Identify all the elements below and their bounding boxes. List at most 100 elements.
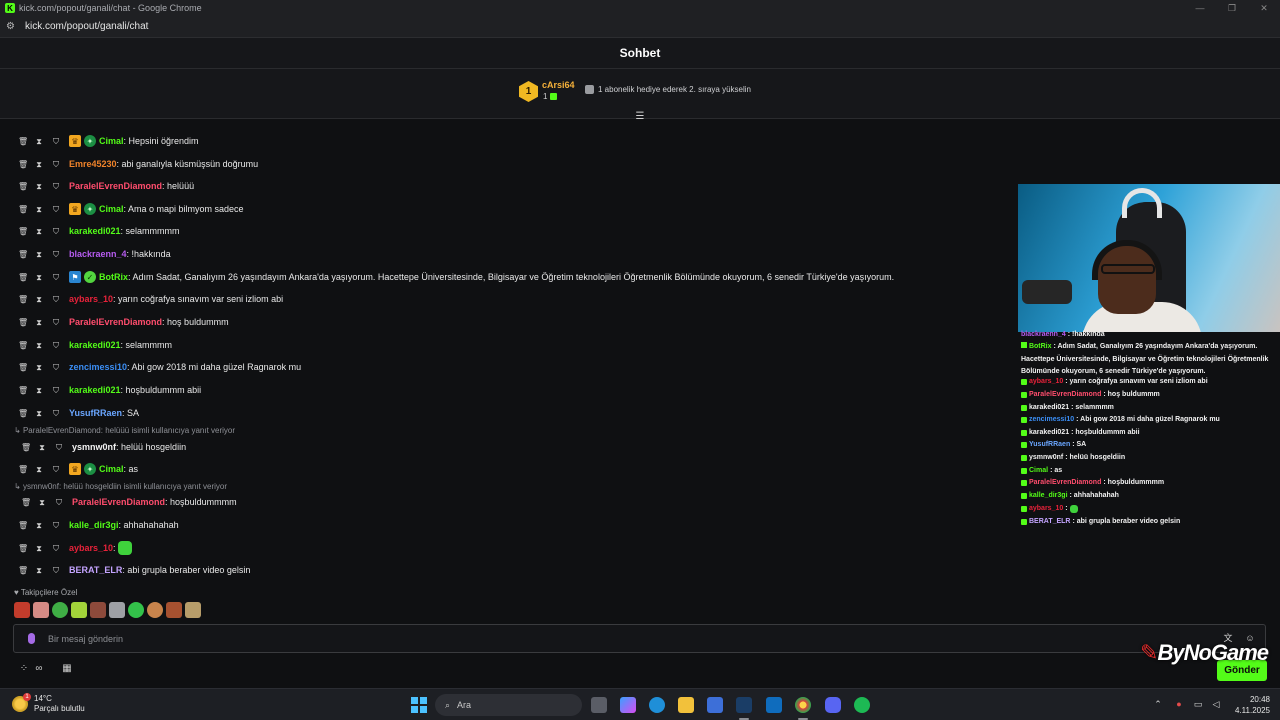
ban-icon[interactable]: ⛉ [52, 363, 60, 372]
chat-message[interactable]: 🗑 ⧗ ⛉ ♛ ✦ Cimal: Ama o mapi bilmyom sadece [18, 202, 244, 216]
trash-icon[interactable]: 🗑 [18, 386, 28, 395]
chat-message-input[interactable] [48, 631, 1198, 647]
ban-icon[interactable]: ⛉ [52, 566, 60, 575]
network-icon[interactable]: ▭ [1192, 698, 1204, 710]
trash-icon[interactable]: 🗑 [18, 273, 28, 282]
timeout-icon[interactable]: ⧗ [35, 227, 43, 236]
chat-username[interactable]: karakedi021 [69, 385, 121, 395]
emote-7-icon[interactable] [128, 602, 144, 618]
chat-message[interactable]: 🗑 ⧗ ⛉ ♛ ✦ Cimal: Hepsini öğrendim [18, 134, 199, 148]
emote-1-icon[interactable] [14, 602, 30, 618]
chat-username[interactable]: karakedi021 [69, 226, 121, 236]
trash-icon[interactable]: 🗑 [18, 363, 28, 372]
emote-9-icon[interactable] [166, 602, 182, 618]
timeout-icon[interactable]: ⧗ [35, 182, 43, 191]
volume-icon[interactable]: ◁ [1210, 698, 1222, 710]
timeout-icon[interactable]: ⧗ [35, 409, 43, 418]
chat-input-box[interactable]: 文 ☺ [13, 624, 1266, 653]
ban-icon[interactable]: ⛉ [52, 318, 60, 327]
weather-widget[interactable]: 1 14°C Parçalı bulutlu [12, 693, 85, 714]
ban-icon[interactable]: ⛉ [52, 544, 60, 553]
emote-3-icon[interactable] [52, 602, 68, 618]
ban-icon[interactable]: ⛉ [52, 273, 60, 282]
emote-heart-icon[interactable] [71, 602, 87, 618]
settings-dots-icon[interactable]: ⁘ [17, 662, 31, 676]
ban-icon[interactable]: ⛉ [52, 160, 60, 169]
infinity-icon[interactable]: ∞ [32, 662, 46, 676]
trash-icon[interactable]: 🗑 [18, 182, 28, 191]
emote-8-icon[interactable] [147, 602, 163, 618]
chat-username[interactable]: Cimal [99, 204, 124, 214]
trash-icon[interactable]: 🗑 [18, 250, 28, 259]
chat-username[interactable]: Cimal [99, 136, 124, 146]
timeout-icon[interactable]: ⧗ [35, 205, 43, 214]
chat-message[interactable]: 🗑 ⧗ ⛉ aybars_10: [18, 541, 132, 555]
close-icon[interactable]: ✕ [1248, 0, 1280, 16]
url-text[interactable]: kick.com/popout/ganali/chat [25, 21, 148, 32]
chat-username[interactable]: karakedi021 [69, 340, 121, 350]
chat-username[interactable]: kalle_dir3gi [69, 520, 119, 530]
ban-icon[interactable]: ⛉ [52, 465, 60, 474]
file-explorer-icon[interactable] [678, 697, 694, 713]
chat-username[interactable]: BotRix [99, 272, 128, 282]
trash-icon[interactable]: 🗑 [18, 137, 28, 146]
timeout-icon[interactable]: ⧗ [35, 544, 43, 553]
chrome-icon[interactable] [795, 697, 811, 713]
timeout-icon[interactable]: ⧗ [35, 160, 43, 169]
trash-icon[interactable]: 🗑 [18, 465, 28, 474]
ban-icon[interactable]: ⛉ [52, 409, 60, 418]
trash-icon[interactable]: 🗑 [18, 295, 28, 304]
trash-icon[interactable]: 🗑 [18, 227, 28, 236]
discord-icon[interactable] [825, 697, 841, 713]
trash-icon[interactable]: 🗑 [18, 409, 28, 418]
chat-username[interactable]: blackraenn_4 [69, 249, 127, 259]
ban-icon[interactable]: ⛉ [52, 227, 60, 236]
chat-username[interactable]: aybars_10 [69, 543, 113, 553]
emote-5-icon[interactable] [90, 602, 106, 618]
trash-icon[interactable]: 🗑 [21, 498, 31, 507]
chat-message[interactable]: 🗑 ⧗ ⛉ Emre45230: abi ganalıyla küsmüşsün do… [18, 157, 258, 171]
store-icon[interactable]: ▦ [60, 662, 74, 676]
ban-icon[interactable]: ⛉ [52, 205, 60, 214]
chat-message[interactable]: 🗑 ⧗ ⛉ karakedi021: selammmm [18, 338, 172, 352]
minimize-icon[interactable]: — [1184, 0, 1216, 16]
chat-message[interactable]: 🗑 ⧗ ⛉ kalle_dir3gi: ahhahahahah [18, 518, 179, 532]
chat-message[interactable]: 🗑 ⧗ ⛉ ⚑ ✓ BotRix: Adım Sadat, Ganalıyım 26 ya… [18, 270, 894, 284]
chat-message[interactable]: 🗑 ⧗ ⛉ karakedi021: hoşbuldummm abii [18, 383, 201, 397]
chat-message[interactable]: 🗑 ⧗ ⛉ ParalelEvrenDiamond: hoşbuldummmm [21, 495, 237, 509]
chat-message[interactable]: 🗑 ⧗ ⛉ YusufRRaen: SA [18, 406, 139, 420]
timeout-icon[interactable]: ⧗ [35, 521, 43, 530]
ban-icon[interactable]: ⛉ [52, 521, 60, 530]
system-clock[interactable]: 20:48 4.11.2025 [1228, 694, 1270, 716]
trash-icon[interactable]: 🗑 [18, 566, 28, 575]
task-view-icon[interactable] [591, 697, 607, 713]
site-info-icon[interactable]: ⚙ [6, 21, 20, 32]
chat-message[interactable]: 🗑 ⧗ ⛉ aybars_10: yarın coğrafya sınavım var… [18, 292, 283, 306]
ban-icon[interactable]: ⛉ [55, 443, 63, 452]
chat-username[interactable]: ysmnw0nf [72, 442, 116, 452]
chat-username[interactable]: YusufRRaen [69, 408, 122, 418]
chat-username[interactable]: zencimessi10 [69, 362, 127, 372]
timeout-icon[interactable]: ⧗ [35, 318, 43, 327]
taskbar-search[interactable]: ⌕ Ara [435, 694, 582, 716]
chat-message[interactable]: 🗑 ⧗ ⛉ ♛ ✦ Cimal: as [18, 462, 138, 476]
timeout-icon[interactable]: ⧗ [35, 341, 43, 350]
chat-username[interactable]: BERAT_ELR [69, 565, 122, 575]
trash-icon[interactable]: 🗑 [18, 341, 28, 350]
timeout-icon[interactable]: ⧗ [38, 498, 46, 507]
timeout-icon[interactable]: ⧗ [38, 443, 46, 452]
trash-icon[interactable]: 🗑 [18, 318, 28, 327]
leader-username[interactable]: cArsi64 [542, 80, 575, 90]
start-button[interactable] [411, 697, 427, 713]
address-bar[interactable]: ⚙ kick.com/popout/ganali/chat [0, 16, 1280, 38]
ban-icon[interactable]: ⛉ [52, 295, 60, 304]
chat-message[interactable]: 🗑 ⧗ ⛉ ysmnw0nf: helüü hosgeldiin [21, 440, 186, 454]
timeout-icon[interactable]: ⧗ [35, 465, 43, 474]
timeout-icon[interactable]: ⧗ [35, 566, 43, 575]
chat-username[interactable]: ParalelEvrenDiamond [72, 497, 165, 507]
microphone-icon[interactable] [28, 633, 35, 644]
ban-icon[interactable]: ⛉ [52, 341, 60, 350]
copilot-icon[interactable] [620, 697, 636, 713]
timeout-icon[interactable]: ⧗ [35, 250, 43, 259]
ban-icon[interactable]: ⛉ [52, 250, 60, 259]
